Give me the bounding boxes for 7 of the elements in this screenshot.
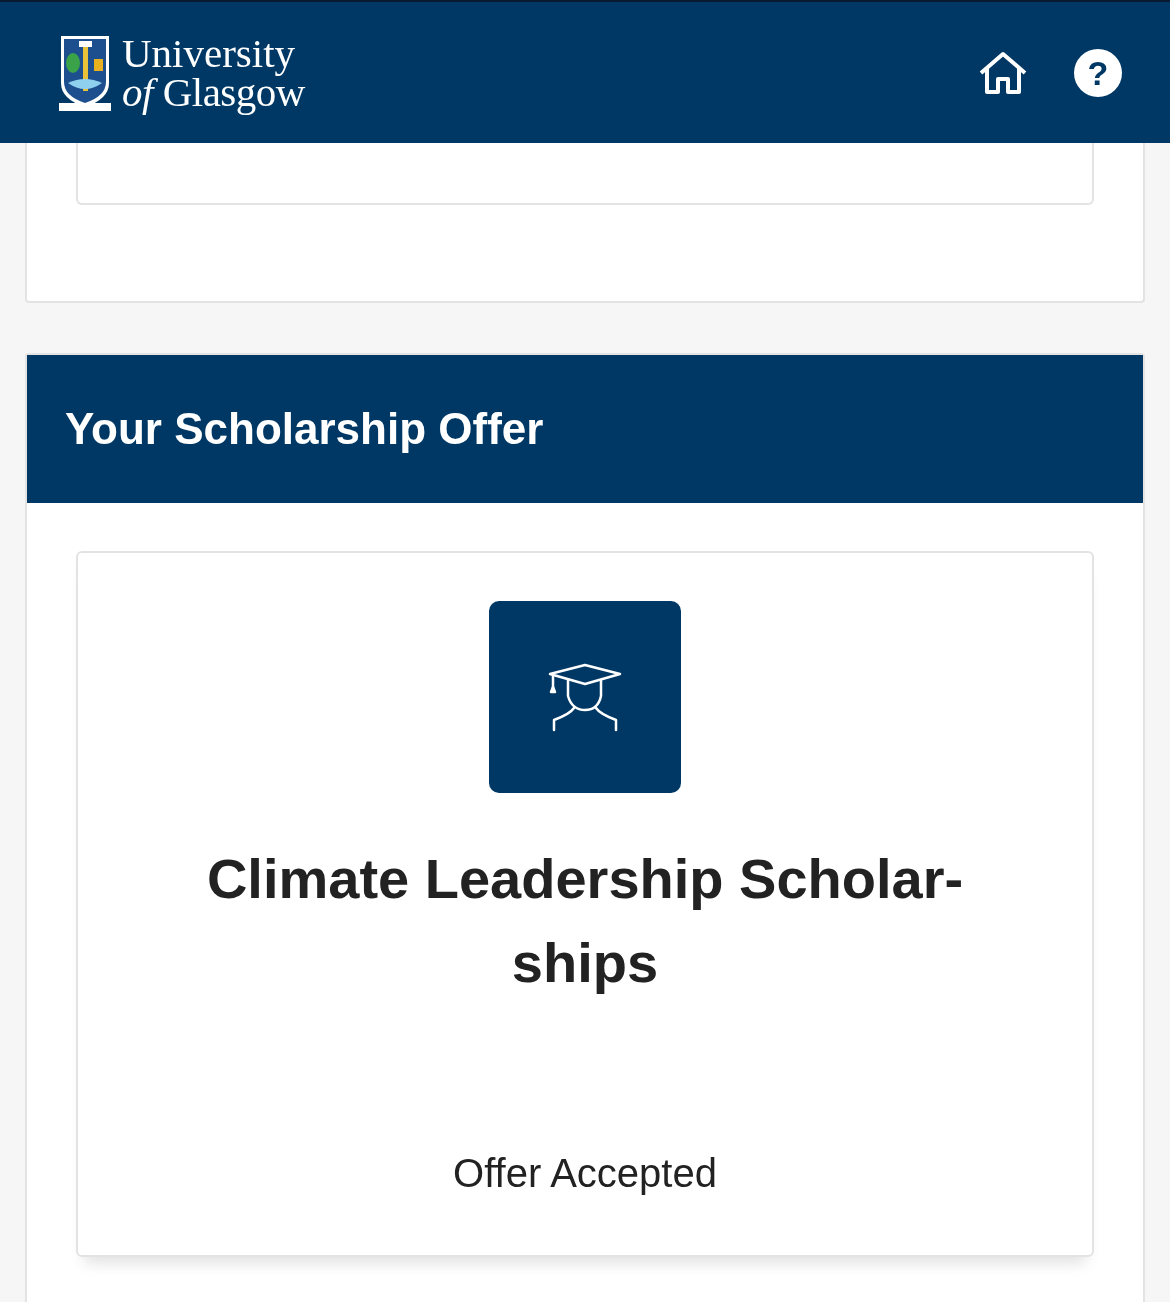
offer-status: Offer Accepted [453, 1150, 717, 1197]
home-icon[interactable] [978, 50, 1028, 95]
panel-title: Your Scholarship Offer [27, 355, 1143, 503]
scholarship-name: Climate Leadership Scholar-ships [205, 846, 965, 996]
scholarship-card[interactable]: Climate Leadership Scholar-ships Offer Accepted [76, 551, 1094, 1257]
graduate-icon [546, 662, 624, 732]
help-icon[interactable]: ? [1074, 48, 1122, 97]
